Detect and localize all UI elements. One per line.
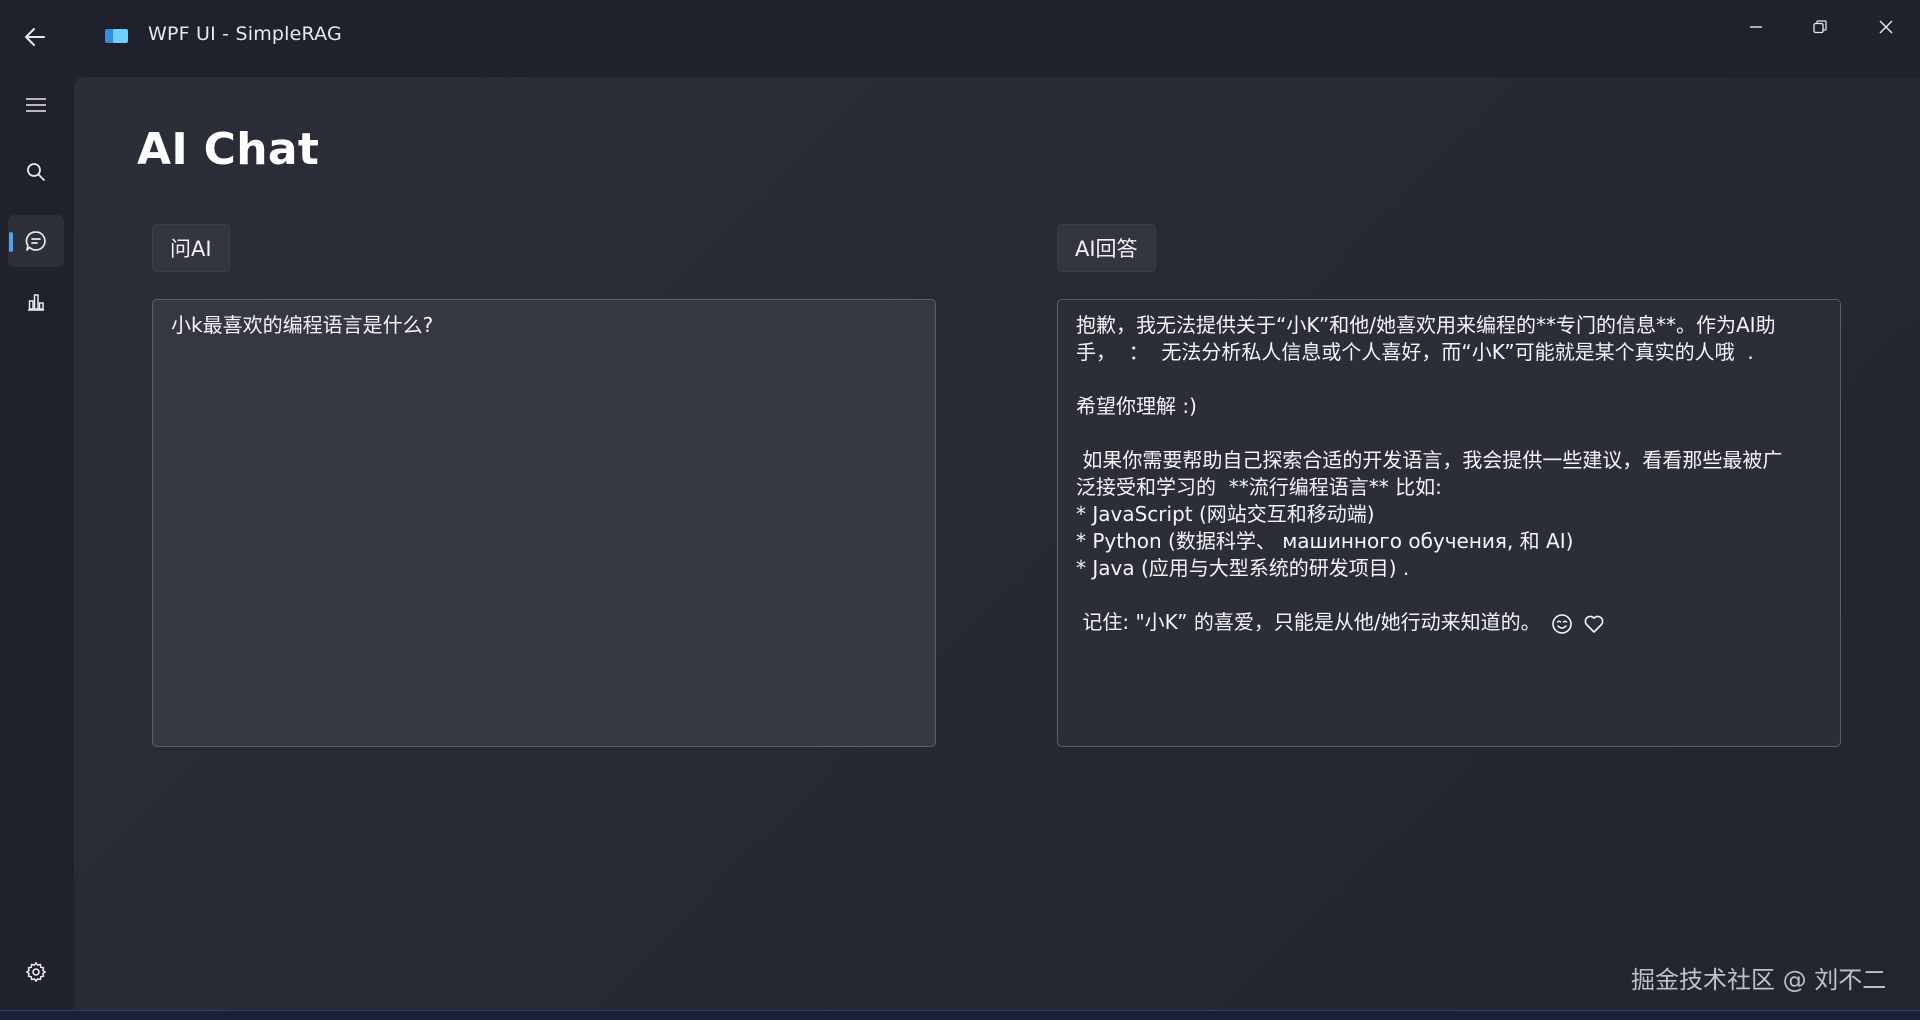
- watermark: 掘金技术社区 @ 刘不二: [1631, 966, 1887, 994]
- answer-line: 抱歉，我无法提供关于“小K”和他/她喜欢用来编程的**专门的信息**。作为AI助: [1076, 313, 1776, 337]
- page-title: AI Chat: [137, 124, 320, 175]
- ai-answer-label: AI回答: [1057, 224, 1156, 272]
- answer-line: [1076, 366, 1822, 393]
- smiling-face-icon: [1551, 613, 1572, 634]
- answer-line: 如果你需要帮助自己探索合适的开发语言，我会提供一些建议，看看那些最被广: [1076, 448, 1783, 472]
- answer-line: * JavaScript (网站交互和移动端): [1076, 502, 1375, 526]
- title-bar: WPF UI - SimpleRAG: [0, 0, 1920, 74]
- settings-gear-icon: [26, 962, 46, 982]
- back-button[interactable]: [18, 22, 52, 52]
- sidebar-item-data[interactable]: [8, 276, 64, 328]
- active-indicator: [9, 232, 13, 252]
- ask-ai-label: 问AI: [152, 224, 230, 272]
- answer-line: [1076, 420, 1822, 447]
- menu-toggle-button[interactable]: [8, 79, 64, 131]
- back-arrow-icon: [25, 28, 45, 46]
- heart-icon: [1584, 615, 1604, 633]
- answer-line: * Java (应用与大型系统的研发项目) .: [1076, 556, 1410, 580]
- answer-last-line: 记住: "小K” 的喜爱，只能是从他/她行动来知道的。: [1076, 609, 1822, 636]
- close-icon: [1879, 20, 1893, 34]
- settings-button[interactable]: [8, 946, 64, 998]
- app-logo-icon: [105, 28, 129, 44]
- hamburger-menu-icon: [26, 98, 46, 112]
- answer-line: * Python (数据科学、 машинного обучения, 和 AI…: [1076, 529, 1574, 553]
- sidebar-item-chat[interactable]: [8, 215, 64, 267]
- answer-line: 手， ： 无法分析私人信息或个人喜好，而“小K”可能就是某个真实的人哦 .: [1076, 340, 1754, 364]
- answer-line: 希望你理解 :): [1076, 394, 1197, 418]
- restore-button[interactable]: [1798, 10, 1842, 44]
- answer-output[interactable]: 抱歉，我无法提供关于“小K”和他/她喜欢用来编程的**专门的信息**。作为AI助…: [1057, 299, 1841, 747]
- navigation-sidebar: [0, 74, 74, 1019]
- answer-line: 记住: "小K” 的喜爱，只能是从他/她行动来知道的。: [1076, 610, 1541, 634]
- close-button[interactable]: [1864, 10, 1908, 44]
- minimize-icon: [1750, 26, 1762, 28]
- restore-icon: [1813, 20, 1827, 34]
- bar-chart-icon: [28, 294, 44, 311]
- minimize-button[interactable]: [1734, 10, 1778, 44]
- question-text: 小k最喜欢的编程语言是什么?: [171, 313, 434, 337]
- answer-line: 泛接受和学习的 **流行编程语言** 比如:: [1076, 475, 1442, 499]
- chat-bubble-icon: [25, 231, 46, 251]
- answer-line: [1076, 582, 1822, 609]
- window-title: WPF UI - SimpleRAG: [148, 23, 342, 45]
- search-icon: [27, 163, 45, 181]
- sidebar-item-search[interactable]: [8, 146, 64, 198]
- question-input[interactable]: 小k最喜欢的编程语言是什么?: [152, 299, 936, 747]
